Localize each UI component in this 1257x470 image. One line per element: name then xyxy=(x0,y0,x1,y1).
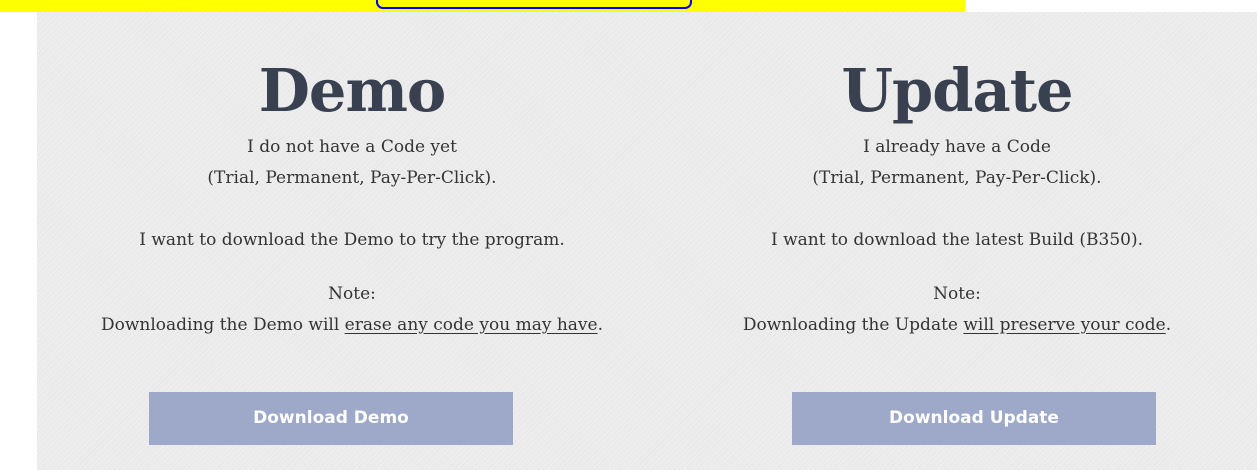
update-line-2: (Trial, Permanent, Pay-Per-Click). xyxy=(812,168,1102,188)
update-line-1: I already have a Code xyxy=(863,137,1051,157)
download-demo-button[interactable]: Download Demo xyxy=(149,392,513,445)
top-link-underline[interactable] xyxy=(376,0,692,9)
update-note-emphasis: will preserve your code xyxy=(963,315,1166,335)
update-option: Update I already have a Code (Trial, Per… xyxy=(657,12,1257,341)
demo-note-prefix: Downloading the Demo will xyxy=(100,315,345,335)
update-title: Update xyxy=(841,56,1074,125)
download-choice-page: Demo I do not have a Code yet (Trial, Pe… xyxy=(0,0,1257,470)
demo-option: Demo I do not have a Code yet (Trial, Pe… xyxy=(37,12,667,341)
demo-note-label: Note: xyxy=(328,284,376,304)
update-note: Downloading the Update will preserve you… xyxy=(657,310,1257,341)
update-note-label: Note: xyxy=(933,284,981,304)
download-update-button[interactable]: Download Update xyxy=(792,392,1156,445)
update-note-prefix: Downloading the Update xyxy=(742,315,964,335)
demo-spacer xyxy=(37,194,667,225)
demo-line-2: (Trial, Permanent, Pay-Per-Click). xyxy=(207,168,497,188)
demo-line-3: I want to download the Demo to try the p… xyxy=(139,230,565,250)
update-line-3: I want to download the latest Build (B35… xyxy=(770,230,1144,250)
demo-note-emphasis: erase any code you may have xyxy=(344,315,598,335)
top-highlight-strip xyxy=(0,0,1257,12)
demo-note-suffix: . xyxy=(597,315,603,335)
update-note-suffix: . xyxy=(1165,315,1172,335)
demo-note-spacer xyxy=(37,256,667,279)
demo-title: Demo xyxy=(258,56,446,125)
update-note-spacer xyxy=(657,256,1257,279)
update-spacer xyxy=(657,194,1257,225)
demo-line-1: I do not have a Code yet xyxy=(247,137,457,157)
demo-note: Downloading the Demo will erase any code… xyxy=(37,310,667,341)
